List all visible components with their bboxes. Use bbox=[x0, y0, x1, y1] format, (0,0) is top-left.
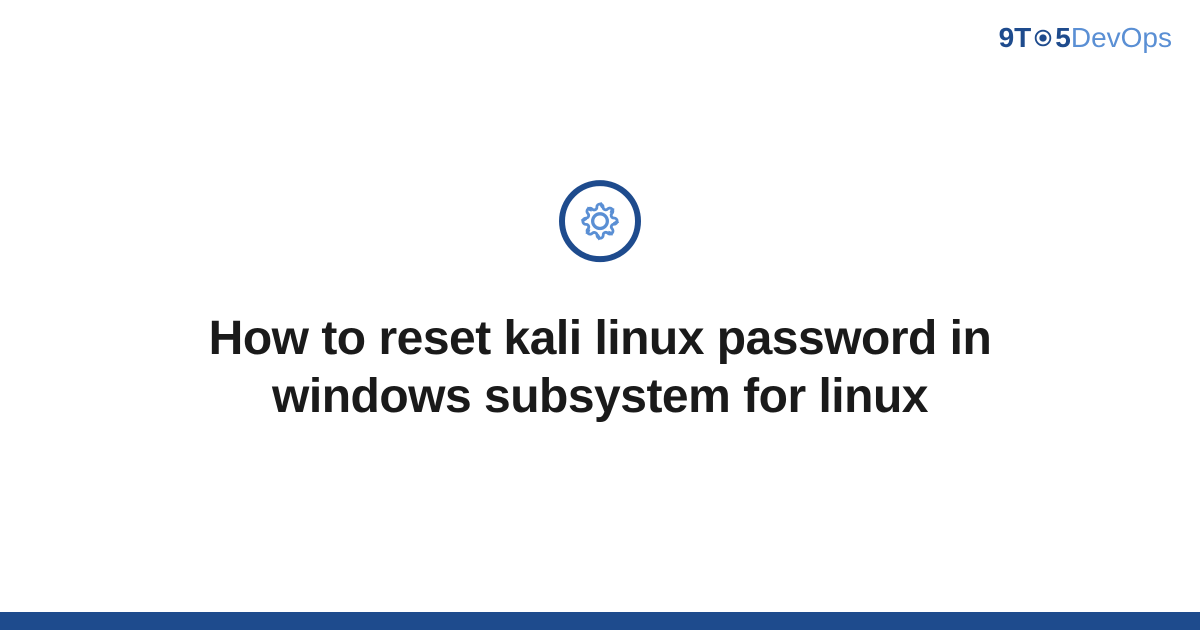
brand-logo: 9T 5 DevOps bbox=[999, 22, 1172, 54]
main-content: How to reset kali linux password in wind… bbox=[0, 180, 1200, 425]
logo-text-5: 5 bbox=[1055, 22, 1071, 54]
footer-bar bbox=[0, 612, 1200, 630]
logo-gear-icon bbox=[1032, 27, 1054, 49]
gear-icon-circle bbox=[559, 180, 641, 262]
page-title: How to reset kali linux password in wind… bbox=[135, 310, 1065, 425]
logo-text-devops: DevOps bbox=[1071, 22, 1172, 54]
logo-text-9t: 9T bbox=[999, 22, 1032, 54]
gear-icon bbox=[578, 199, 622, 243]
